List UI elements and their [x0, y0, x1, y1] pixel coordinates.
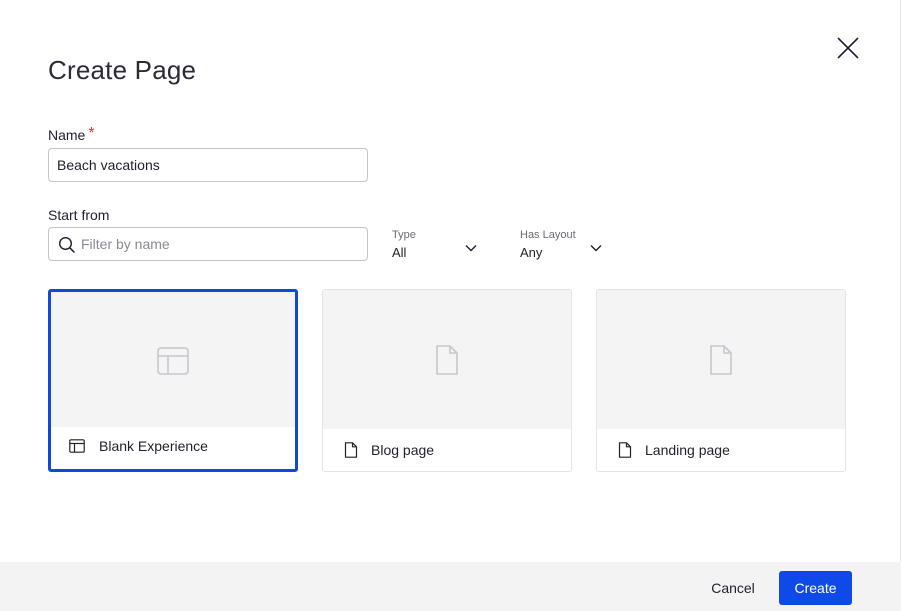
dialog-title: Create Page: [48, 55, 197, 85]
start-from-label: Start from: [48, 207, 110, 223]
document-icon: [436, 345, 458, 375]
filter-search-box[interactable]: [48, 227, 368, 261]
template-card-blog-page[interactable]: Blog page: [322, 289, 572, 472]
template-card-footer: Blog page: [323, 429, 571, 471]
template-preview: [597, 290, 845, 430]
has-layout-filter-label: Has Layout: [520, 229, 576, 241]
template-card-label: Blank Experience: [99, 438, 208, 454]
filter-search-input[interactable]: [81, 229, 361, 259]
layout-icon: [69, 439, 85, 453]
document-icon: [710, 345, 732, 375]
close-button[interactable]: [834, 34, 862, 62]
name-label: Name *: [48, 125, 95, 145]
layout-icon: [157, 347, 189, 375]
type-filter-label: Type: [392, 229, 416, 241]
dialog-footer: Cancel Create: [0, 562, 901, 611]
type-filter-dropdown[interactable]: Type All: [392, 229, 482, 265]
create-button[interactable]: Create: [779, 571, 852, 605]
template-card-footer: Landing page: [597, 429, 845, 471]
cancel-button[interactable]: Cancel: [700, 572, 766, 604]
template-card-label: Landing page: [645, 442, 730, 458]
document-icon: [344, 442, 358, 458]
has-layout-filter-dropdown[interactable]: Has Layout Any: [520, 229, 610, 265]
required-marker: *: [88, 125, 95, 142]
chevron-down-icon: [590, 245, 602, 252]
template-card-label: Blog page: [371, 442, 435, 458]
template-card-blank-experience[interactable]: Blank Experience: [48, 289, 298, 472]
document-icon: [618, 442, 632, 458]
template-card-footer: Blank Experience: [51, 427, 295, 469]
chevron-down-icon: [465, 245, 477, 252]
template-card-landing-page[interactable]: Landing page: [596, 289, 846, 472]
template-preview: [51, 292, 295, 430]
name-label-text: Name: [48, 127, 86, 143]
search-icon: [58, 236, 76, 254]
create-page-dialog: Create Page Name* Start from Type All Ha…: [0, 0, 901, 611]
close-icon: [837, 37, 859, 59]
template-preview: [323, 290, 571, 430]
name-input[interactable]: [48, 148, 368, 182]
